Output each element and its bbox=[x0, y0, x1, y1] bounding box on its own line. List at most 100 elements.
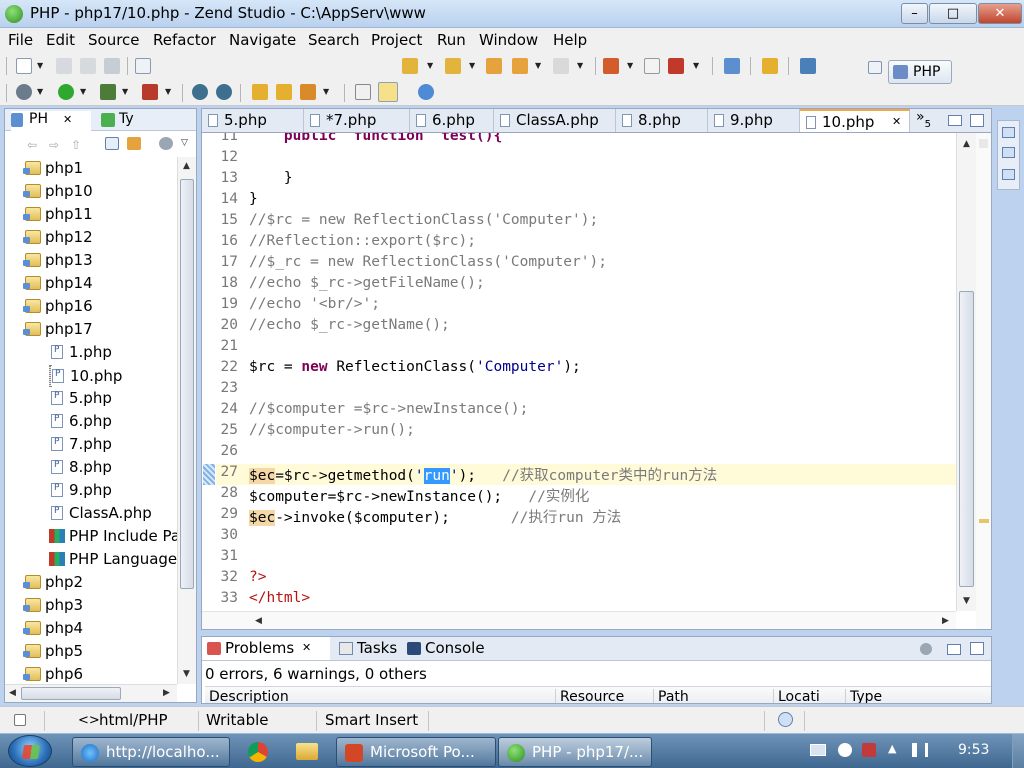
scroll-right-icon[interactable]: ▶ bbox=[163, 688, 170, 698]
code-line[interactable]: 18 //echo $_rc->getFileName(); bbox=[216, 275, 956, 296]
update-icon[interactable] bbox=[778, 712, 793, 727]
tab-8-php[interactable]: 8.php bbox=[616, 109, 708, 132]
back-icon[interactable]: ⇦ bbox=[27, 138, 37, 152]
code-text[interactable]: //echo $_rc->getFileName(); bbox=[249, 275, 485, 291]
php-server-icon[interactable] bbox=[192, 84, 208, 100]
security-icon[interactable] bbox=[862, 743, 876, 757]
forward-icon[interactable]: ⇨ bbox=[49, 138, 59, 152]
menu-window[interactable]: Window bbox=[479, 31, 538, 49]
column-resource[interactable]: Resource bbox=[555, 689, 653, 703]
code-line[interactable]: 31 bbox=[216, 548, 956, 569]
taskbar-explorer[interactable] bbox=[290, 739, 324, 765]
outline-icon[interactable] bbox=[1002, 147, 1015, 158]
scroll-right-icon[interactable]: ▶ bbox=[942, 616, 949, 626]
menu-search[interactable]: Search bbox=[308, 31, 360, 49]
taskbar-internet-explorer[interactable]: http://localho... bbox=[72, 737, 230, 767]
pin-editor-icon[interactable] bbox=[603, 58, 619, 74]
column-type[interactable]: Type bbox=[845, 689, 985, 703]
taskbar-chrome[interactable] bbox=[240, 739, 274, 765]
new-dropdown-icon[interactable]: ▼ bbox=[37, 61, 43, 70]
explorer-vertical-scrollbar[interactable]: ▲ ▼ bbox=[177, 157, 196, 684]
php-debug-server-icon[interactable] bbox=[216, 84, 232, 100]
minimize-panel-icon[interactable] bbox=[947, 644, 961, 655]
tab-10-php[interactable]: 10.php ✕ bbox=[800, 109, 910, 132]
show-hidden-icons-icon[interactable]: ▲ bbox=[888, 742, 896, 755]
wand-icon[interactable] bbox=[300, 84, 316, 100]
php-tool-dropdown-icon[interactable]: ▼ bbox=[693, 61, 699, 70]
explorer-horizontal-scrollbar[interactable]: ◀ ▶ bbox=[5, 684, 177, 702]
menu-source[interactable]: Source bbox=[88, 31, 140, 49]
code-line[interactable]: 14} bbox=[216, 191, 956, 212]
next-annotation-icon[interactable] bbox=[402, 58, 418, 74]
code-line[interactable]: 21 bbox=[216, 338, 956, 359]
column-path[interactable]: Path bbox=[653, 689, 773, 703]
tab-tasks[interactable]: Tasks bbox=[334, 637, 400, 660]
volume-icon[interactable] bbox=[912, 743, 928, 757]
code-line[interactable]: 13 } bbox=[216, 170, 956, 191]
next-annotation-dropdown-icon[interactable]: ▼ bbox=[427, 61, 433, 70]
code-text[interactable]: //$rc = new ReflectionClass('Computer'); bbox=[249, 212, 598, 228]
taskbar-zend-studio[interactable]: PHP - php17/... bbox=[498, 737, 652, 767]
code-line[interactable]: 29 $ec->invoke($computer); //执行run 方法 bbox=[216, 506, 956, 527]
code-editor[interactable]: 11 public function test(){12 13 } 14} 15//$… bbox=[201, 132, 992, 630]
code-line[interactable]: 32 ?> bbox=[216, 569, 956, 590]
pin-dropdown-icon[interactable]: ▼ bbox=[627, 61, 633, 70]
show-desktop-button[interactable] bbox=[1012, 734, 1024, 768]
save-all-icon[interactable] bbox=[80, 58, 96, 74]
menu-project[interactable]: Project bbox=[371, 31, 422, 49]
run-dropdown-icon[interactable]: ▼ bbox=[80, 87, 86, 96]
tab-7-php[interactable]: *7.php bbox=[304, 109, 410, 132]
code-line[interactable]: 19 //echo '<br/>'; bbox=[216, 296, 956, 317]
globe-icon[interactable] bbox=[418, 84, 434, 100]
new-folder-icon[interactable] bbox=[276, 84, 292, 100]
code-line[interactable]: 33 </html> bbox=[216, 590, 956, 611]
back-dropdown-icon[interactable]: ▼ bbox=[535, 61, 541, 70]
code-line[interactable]: 23 bbox=[216, 380, 956, 401]
code-line[interactable]: 17 //$_rc = new ReflectionClass('Computer… bbox=[216, 254, 956, 275]
profile-icon[interactable] bbox=[100, 84, 116, 100]
code-line[interactable]: 16 //Reflection::export($rc); bbox=[216, 233, 956, 254]
previous-annotation-dropdown-icon[interactable]: ▼ bbox=[469, 61, 475, 70]
profile-dropdown-icon[interactable]: ▼ bbox=[122, 87, 128, 96]
start-button[interactable] bbox=[8, 735, 52, 767]
code-line[interactable]: 27 $ec=$rc->getmethod('run'); //获取compute… bbox=[216, 464, 956, 485]
save-icon[interactable] bbox=[56, 58, 72, 74]
scroll-down-icon[interactable]: ▼ bbox=[183, 669, 190, 679]
tab-problems[interactable]: Problems ✕ bbox=[202, 637, 330, 660]
fast-view-icon[interactable] bbox=[14, 714, 26, 726]
open-folder-icon[interactable] bbox=[252, 84, 268, 100]
print-icon[interactable] bbox=[104, 58, 120, 74]
code-text[interactable]: //$_rc = new ReflectionClass('Computer')… bbox=[249, 254, 607, 270]
close-button[interactable]: ✕ bbox=[978, 3, 1022, 24]
help-icon[interactable] bbox=[838, 743, 852, 757]
explorer-scroll-thumb[interactable] bbox=[180, 179, 194, 589]
scroll-down-icon[interactable]: ▼ bbox=[963, 596, 970, 606]
maximize-button[interactable]: □ bbox=[929, 3, 977, 24]
folder-toolbar-icon[interactable] bbox=[762, 58, 778, 74]
editor-scroll-thumb[interactable] bbox=[959, 291, 974, 587]
view-menu-dropdown-icon[interactable]: ▽ bbox=[181, 138, 188, 148]
remote-icon[interactable] bbox=[800, 58, 816, 74]
toggle-breadcrumb-icon[interactable] bbox=[355, 84, 371, 100]
code-line[interactable]: 28 $computer=$rc->newInstance(); //实例化 bbox=[216, 485, 956, 506]
warning-marker-icon[interactable] bbox=[979, 519, 989, 523]
last-edit-icon[interactable] bbox=[486, 58, 502, 74]
code-text[interactable]: //echo $_rc->getName(); bbox=[249, 317, 450, 333]
code-text[interactable]: //$computer =$rc->newInstance(); bbox=[249, 401, 528, 417]
link-with-editor-icon[interactable] bbox=[127, 137, 141, 150]
code-line[interactable]: 22 $rc = new ReflectionClass('Computer'); bbox=[216, 359, 956, 380]
tasks-icon[interactable] bbox=[1002, 169, 1015, 180]
maximize-panel-icon[interactable] bbox=[970, 642, 984, 655]
scroll-up-icon[interactable]: ▲ bbox=[183, 161, 190, 171]
scroll-up-icon[interactable]: ▲ bbox=[963, 139, 970, 149]
forward-icon[interactable] bbox=[553, 58, 569, 74]
editor-horizontal-scrollbar[interactable]: ◀ ▶ bbox=[202, 611, 956, 629]
menu-edit[interactable]: Edit bbox=[46, 31, 75, 49]
code-text[interactable]: //Reflection::export($rc); bbox=[249, 233, 476, 249]
code-line[interactable]: 24 //$computer =$rc->newInstance(); bbox=[216, 401, 956, 422]
code-text[interactable]: public function test(){ bbox=[249, 133, 502, 144]
code-text[interactable]: $computer=$rc->newInstance(); //实例化 bbox=[249, 485, 589, 506]
editor-vertical-scrollbar[interactable]: ▲ ▼ bbox=[956, 133, 976, 611]
menu-file[interactable]: File bbox=[8, 31, 33, 49]
more-tabs-button[interactable]: »5 bbox=[916, 109, 931, 130]
